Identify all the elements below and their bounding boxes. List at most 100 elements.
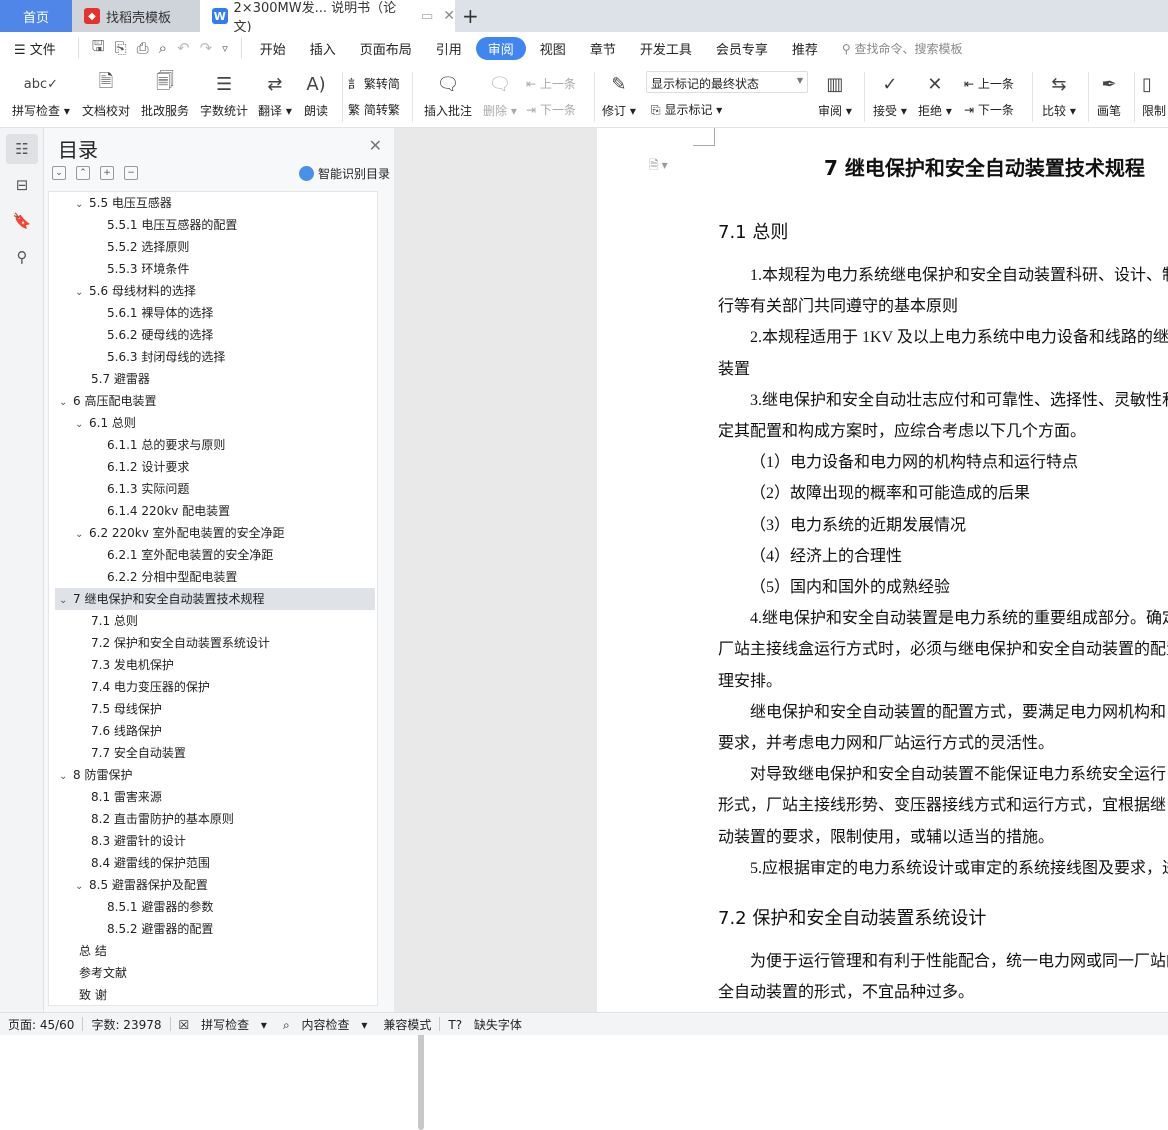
toc-item[interactable]: 8.5.2 避雷器的配置 (107, 918, 213, 940)
traditional-to-simplified-button[interactable]: 訁 繁转简 (348, 75, 400, 92)
toc-item[interactable]: 5.5.3 环境条件 (107, 258, 189, 280)
tab-home[interactable]: 首页 (0, 0, 72, 32)
menu-recommend[interactable]: 推荐 (782, 36, 828, 61)
bookmark-icon[interactable]: 🔖 (6, 206, 38, 236)
promote-icon[interactable]: + (100, 166, 114, 180)
save-icon[interactable]: 🖫 (92, 36, 105, 61)
file-menu[interactable]: ☰ 文件 (4, 36, 66, 61)
toc-item[interactable]: 6.1.1 总的要求与原则 (107, 434, 225, 456)
paragraph-menu-icon[interactable]: 🗎 ▾ (649, 156, 668, 177)
compare-button[interactable]: ⇆ 比较 ▾ (1042, 70, 1076, 119)
toc-item[interactable]: 6.1.3 实际问题 (107, 478, 189, 500)
print-icon[interactable]: ⎙ (137, 39, 149, 57)
collapse-icon[interactable]: ⌃ (76, 166, 90, 180)
toc-item[interactable]: ⌄ 6 高压配电装置 (59, 390, 156, 412)
reject-button[interactable]: ✕ 拒绝 ▾ (918, 70, 952, 119)
toc-item[interactable]: 6.1.4 220kv 配电装置 (107, 500, 230, 522)
toc-item[interactable]: 7.3 发电机保护 (91, 654, 174, 676)
menu-view[interactable]: 视图 (530, 36, 576, 61)
translate-button[interactable]: ⇄ 翻译 ▾ (258, 70, 292, 119)
tab-document[interactable]: W 2×300MW发... 说明书（论文) ▭ ✕ (200, 0, 455, 35)
toc-item[interactable]: 6.1.2 设计要求 (107, 456, 189, 478)
toc-item[interactable]: 参考文献 (79, 962, 127, 984)
undo-icon[interactable]: ↶ (177, 39, 190, 57)
toc-item[interactable]: 5.6.1 裸导体的选择 (107, 302, 213, 324)
chevron-down-icon[interactable]: ⌄ (59, 392, 73, 414)
chevron-down-icon[interactable]: ⌄ (75, 524, 89, 546)
delete-comment-button[interactable]: 🗨 删除 ▾ (483, 70, 517, 119)
toc-item[interactable]: 5.7 避雷器 (91, 368, 150, 390)
toc-item[interactable]: 7.7 安全自动装置 (91, 742, 186, 764)
pin-icon[interactable]: ▭ (421, 9, 433, 24)
menu-review[interactable]: 审阅 (475, 36, 526, 60)
demote-icon[interactable]: − (124, 166, 138, 180)
toc-item[interactable]: 7.5 母线保护 (91, 698, 162, 720)
chevron-down-icon[interactable]: ⌄ (59, 766, 73, 788)
toc-item[interactable]: 6.2.1 室外配电装置的安全净距 (107, 544, 273, 566)
correction-service-button[interactable]: 🗐 批改服务 (141, 70, 189, 119)
prev-comment-button[interactable]: ⇤ 上一条 (526, 75, 576, 92)
expand-icon[interactable]: ⌄ (52, 166, 66, 180)
toc-item[interactable]: 5.5.2 选择原则 (107, 236, 189, 258)
markup-state-select[interactable]: 显示标记的最终状态 ▼ (646, 71, 808, 93)
menu-insert[interactable]: 插入 (300, 36, 346, 61)
new-tab-button[interactable]: + (462, 4, 479, 28)
spell-check-button[interactable]: abc✓ 拼写检查 ▾ (12, 70, 70, 119)
restrict-editing-button[interactable]: ▯ 限制 (1142, 70, 1166, 119)
word-count-button[interactable]: ☰ 字数统计 (200, 70, 248, 119)
chevron-down-icon[interactable]: ⌄ (75, 194, 89, 216)
toc-item[interactable]: ⌄ 8.5 避雷器保护及配置 (75, 874, 208, 896)
content-check-status[interactable]: ⌕ 内容检查 ▾ (275, 1016, 375, 1033)
toc-item[interactable]: 5.6.3 封闭母线的选择 (107, 346, 225, 368)
track-changes-button[interactable]: ✎ 修订 ▾ (602, 70, 636, 119)
toc-item[interactable]: ⌄ 5.6 母线材料的选择 (75, 280, 196, 302)
next-change-button[interactable]: ⇥ 下一条 (964, 101, 1014, 118)
insert-comment-button[interactable]: 🗨 插入批注 (424, 70, 472, 119)
toc-item[interactable]: 6.2.2 分相中型配电装置 (107, 566, 237, 588)
toc-item[interactable]: 8.4 避雷线的保护范围 (91, 852, 210, 874)
close-icon[interactable]: ✕ (369, 136, 382, 155)
prev-change-button[interactable]: ⇤ 上一条 (964, 75, 1014, 92)
toc-item[interactable]: ⌄ 5.5 电压互感器 (75, 192, 172, 214)
toc-item[interactable]: 7.6 线路保护 (91, 720, 162, 742)
toc-item[interactable]: 致 谢 (79, 984, 107, 1005)
chapter-nav-icon[interactable]: ⊟ (6, 170, 38, 200)
next-comment-button[interactable]: ⇥ 下一条 (526, 101, 576, 118)
toc-item[interactable]: 8.5.1 避雷器的参数 (107, 896, 213, 918)
chevron-down-icon[interactable]: ⌄ (75, 876, 89, 898)
chevron-down-icon[interactable]: ⌄ (75, 414, 89, 436)
menu-chapter[interactable]: 章节 (580, 36, 626, 61)
toc-item[interactable]: 总 结 (79, 940, 107, 962)
toc-item[interactable]: ⌄ 8 防雷保护 (59, 764, 132, 786)
menu-developer[interactable]: 开发工具 (630, 36, 702, 61)
toc-item[interactable]: ⌄ 6.2 220kv 室外配电装置的安全净距 (75, 522, 285, 544)
menu-start[interactable]: 开始 (250, 36, 296, 61)
export-icon[interactable]: ⎘ (115, 39, 127, 57)
command-search[interactable]: ⚲ 查找命令、搜索模板 (842, 40, 963, 57)
search-icon[interactable]: ⚲ (6, 242, 38, 272)
tab-docer-templates[interactable]: ◆ 找稻壳模板 (72, 0, 200, 32)
redo-icon[interactable]: ↷ (200, 39, 213, 57)
word-count[interactable]: 字数: 23978 (83, 1016, 169, 1033)
missing-fonts[interactable]: T? 缺失字体 (440, 1016, 538, 1033)
spell-check-status[interactable]: ☒ 拼写检查 ▾ (171, 1016, 275, 1033)
toc-item[interactable]: 8.2 直击雷防护的基本原则 (91, 808, 234, 830)
pen-button[interactable]: ✒ 画笔 (1097, 70, 1121, 119)
chevron-down-icon[interactable]: ⌄ (59, 590, 73, 612)
document-page[interactable]: 🗎 ▾ 7 继电保护和安全自动装置技术规程 7.1 总则 1.本规程为电力系统继… (597, 128, 1168, 1012)
toc-item[interactable]: 8.3 避雷针的设计 (91, 830, 186, 852)
chevron-down-icon[interactable]: ⌄ (75, 282, 89, 304)
print-preview-icon[interactable]: ⌕ (159, 39, 167, 57)
menu-layout[interactable]: 页面布局 (350, 36, 422, 61)
toc-icon[interactable]: ☷ (6, 134, 38, 164)
toc-item[interactable]: 7.1 总则 (91, 610, 138, 632)
show-markup-button[interactable]: ⎘ 显示标记 ▾ (651, 101, 722, 118)
menu-member[interactable]: 会员专享 (706, 36, 778, 61)
toc-item[interactable]: ⌄ 6.1 总则 (75, 412, 136, 434)
smart-toc-button[interactable]: 智能识别目录 (298, 165, 390, 182)
review-pane-button[interactable]: ▥ 审阅 ▾ (818, 70, 852, 119)
toc-item[interactable]: 7.4 电力变压器的保护 (91, 676, 210, 698)
chevron-down-icon[interactable]: ▿ (222, 42, 228, 55)
toc-item[interactable]: 7.2 保护和安全自动装置系统设计 (91, 632, 270, 654)
toc-item[interactable]: 5.5.1 电压互感器的配置 (107, 214, 237, 236)
